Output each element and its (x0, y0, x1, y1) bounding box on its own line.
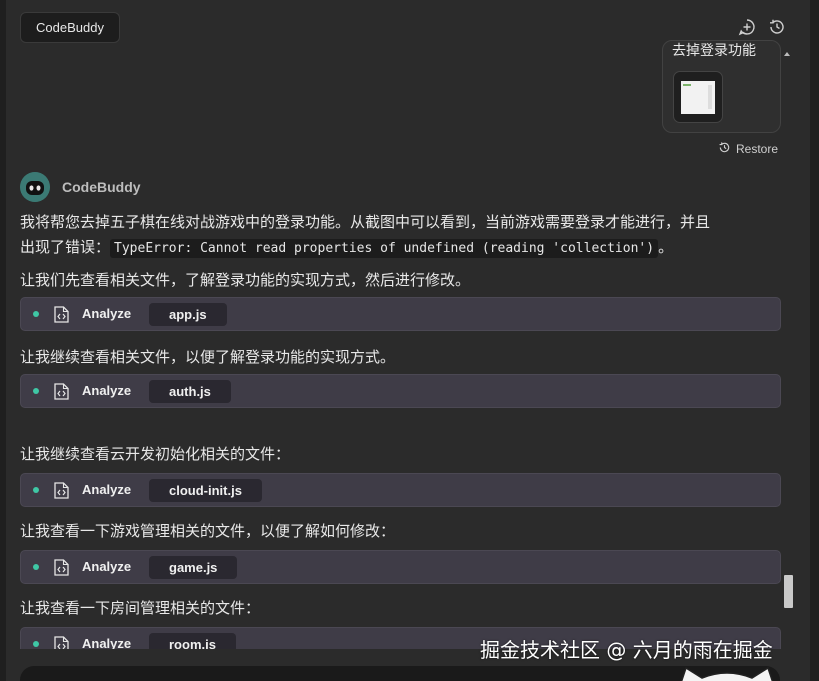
file-name-chip[interactable]: app.js (149, 303, 227, 326)
code-file-icon (54, 383, 69, 400)
watermark-text: 掘金技术社区 @ 六月的雨在掘金 (480, 638, 773, 662)
assistant-message: 让我继续查看云开发初始化相关的文件： (20, 445, 291, 463)
user-message-text: 去掉登录功能 (672, 43, 756, 59)
restore-button[interactable]: Restore (718, 141, 778, 157)
assistant-message: 让我查看一下房间管理相关的文件： (20, 599, 261, 617)
analyze-label: Analyze (82, 559, 132, 574)
code-file-icon (54, 559, 69, 576)
status-dot (33, 641, 39, 647)
analyze-tool-row[interactable]: Analyze cloud-init.js (20, 473, 781, 507)
file-name-chip[interactable]: room.js (149, 633, 236, 649)
history-icon[interactable] (767, 17, 787, 37)
assistant-message: 让我查看一下游戏管理相关的文件，以便了解如何修改： (20, 522, 396, 540)
file-name-chip[interactable]: cloud-init.js (149, 479, 262, 502)
code-file-icon (54, 482, 69, 499)
restore-icon (718, 141, 731, 157)
assistant-message: 让我们先查看相关文件，了解登录功能的实现方式，然后进行修改。 (20, 271, 471, 289)
intro-suffix: 。 (658, 238, 674, 256)
status-dot (33, 564, 39, 570)
analyze-label: Analyze (82, 636, 132, 649)
add-chat-icon[interactable] (737, 17, 757, 37)
status-dot (33, 388, 39, 394)
bot-name: CodeBuddy (62, 179, 141, 195)
code-file-icon (54, 306, 69, 323)
analyze-label: Analyze (82, 306, 132, 321)
scroll-up-arrow-icon[interactable] (784, 52, 790, 56)
status-dot (33, 311, 39, 317)
assistant-message: 让我继续查看相关文件，以便了解登录功能的实现方式。 (20, 348, 396, 366)
intro-line-1: 我将帮您去掉五子棋在线对战游戏中的登录功能。从截图中可以看到，当前游戏需要登录才… (20, 213, 711, 231)
error-code-span: TypeError: Cannot read properties of und… (110, 239, 659, 258)
analyze-tool-row[interactable]: Analyze auth.js (20, 374, 781, 408)
codebuddy-avatar (20, 172, 50, 202)
analyze-tool-row[interactable]: Analyze app.js (20, 297, 781, 331)
user-message-bubble: 去掉登录功能 (662, 40, 781, 133)
restore-label: Restore (736, 142, 779, 156)
intro-line-2: 出现了错误： TypeError: Cannot read properties … (20, 236, 674, 258)
file-name-chip[interactable]: game.js (149, 556, 238, 579)
vertical-scrollbar-thumb[interactable] (784, 575, 793, 608)
analyze-label: Analyze (82, 482, 132, 497)
analyze-tool-row[interactable]: Analyze game.js (20, 550, 781, 584)
status-dot (33, 487, 39, 493)
cat-mascot-icon (672, 662, 782, 681)
file-name-chip[interactable]: auth.js (149, 380, 231, 403)
intro-prefix: 出现了错误： (20, 238, 111, 256)
panel-title-tab[interactable]: CodeBuddy (20, 12, 120, 43)
chat-input-bar[interactable] (20, 666, 780, 681)
code-file-icon (54, 636, 69, 649)
screenshot-attachment-thumbnail[interactable] (673, 71, 723, 123)
analyze-label: Analyze (82, 383, 132, 398)
